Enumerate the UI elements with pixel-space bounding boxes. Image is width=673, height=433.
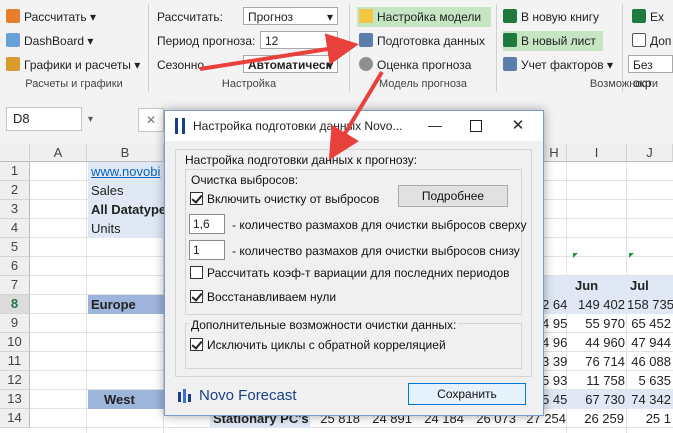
arrow-to-dialog bbox=[328, 70, 384, 161]
arrow-to-data-prep bbox=[199, 33, 359, 71]
annotation-arrows bbox=[199, 33, 384, 161]
